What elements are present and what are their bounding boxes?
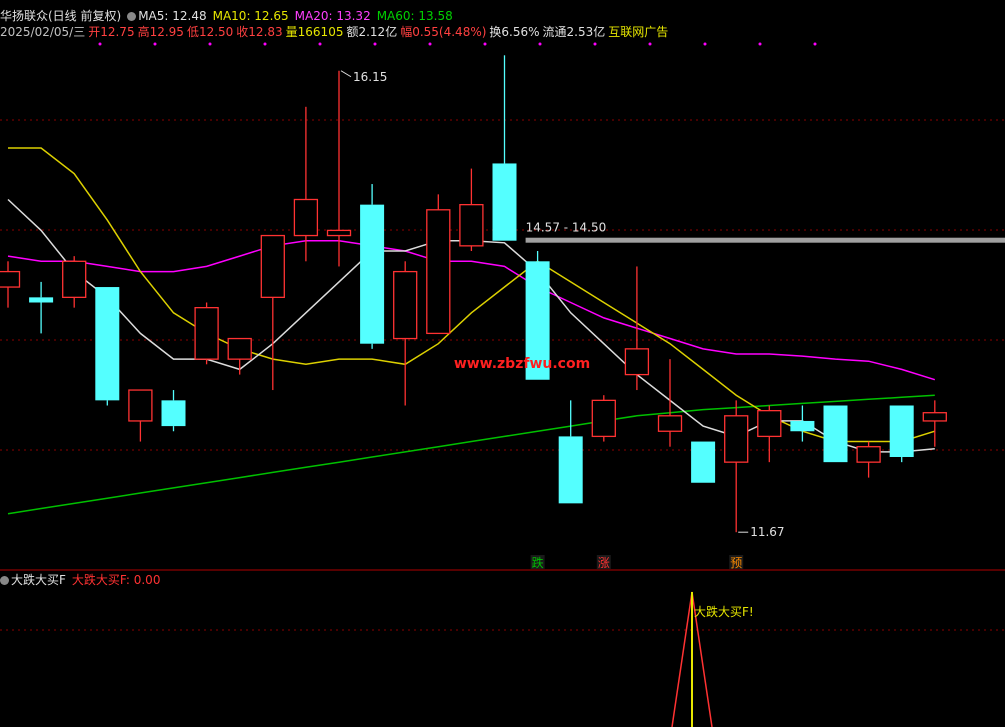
candle (293, 106, 319, 262)
candle (558, 400, 583, 504)
signal-text: 大跌大买F! (694, 604, 754, 619)
marker-dot (318, 42, 322, 46)
marker-dot (648, 42, 652, 46)
candle (0, 261, 21, 308)
marker-dot (703, 42, 707, 46)
annotation-label: 11.67 (750, 525, 784, 539)
candle-body-down (558, 436, 583, 504)
candle (161, 390, 186, 432)
candle-body-down (360, 204, 385, 344)
candle (856, 441, 881, 478)
marker-dot (813, 42, 817, 46)
candle (757, 405, 782, 463)
candle-body-up (227, 337, 252, 360)
candle (591, 395, 616, 442)
candle-body-up (326, 229, 352, 237)
candle (128, 389, 153, 442)
signal-label: 跌 (532, 555, 544, 570)
marker-dot (208, 42, 212, 46)
kline-chart[interactable]: 14.57 - 14.50 16.15 11.67 跌 涨 预 www.zbzfwu.com… (0, 0, 1005, 727)
candle-body-up (0, 270, 21, 288)
watermark-text: www.zbzfwu.com (454, 356, 590, 372)
candle-body-down (161, 400, 186, 427)
candle (260, 234, 285, 391)
candle (691, 441, 716, 483)
candle (62, 256, 87, 308)
marker-dot (428, 42, 432, 46)
candle-body-up (260, 234, 285, 299)
candle (790, 405, 815, 442)
candle-body-up (62, 260, 87, 298)
candle-body-up (922, 412, 947, 422)
candle-body-down (889, 405, 914, 457)
candle-body-up (194, 306, 219, 360)
candle-body-up (293, 198, 319, 237)
annotation-label: 16.15 (353, 70, 387, 84)
marker-dot (758, 42, 762, 46)
candle (823, 405, 848, 463)
marker-dot (538, 42, 542, 46)
signal-label: 涨 (598, 555, 610, 570)
marker-dot (483, 42, 487, 46)
candle (889, 405, 914, 463)
candle-body-up (426, 209, 451, 335)
candle-body-down (492, 163, 517, 241)
resistance-band (525, 237, 1005, 243)
candle (360, 184, 385, 349)
candle-body-down (95, 287, 120, 401)
candle-body-down (29, 297, 54, 303)
candle (922, 400, 947, 447)
marker-dot (593, 42, 597, 46)
candle (95, 287, 120, 406)
marker-dot (373, 42, 377, 46)
candle (426, 194, 451, 335)
candle (194, 302, 219, 365)
marker-dot (98, 42, 102, 46)
candle-body-down (790, 420, 815, 432)
candle (459, 168, 484, 251)
candle-body-up (128, 389, 153, 422)
candle-body-up (657, 415, 683, 432)
candle-body-up (459, 203, 484, 247)
candle (657, 359, 683, 447)
candle-body-down (823, 405, 848, 463)
marker-dot (263, 42, 267, 46)
candle (724, 400, 749, 533)
candle (326, 70, 352, 267)
candle-body-up (624, 348, 650, 376)
candle-body-up (591, 399, 616, 438)
candle (227, 337, 252, 375)
candle-body-up (757, 409, 782, 438)
candle (393, 261, 418, 406)
candle (492, 55, 517, 241)
candle (29, 281, 54, 334)
candle-body-up (856, 446, 881, 463)
marker-dot (153, 42, 157, 46)
candle-body-up (724, 415, 749, 463)
candle-body-up (393, 270, 418, 340)
resistance-label: 14.57 - 14.50 (526, 221, 607, 235)
candle-body-down (691, 441, 716, 483)
annotation-arrow (340, 70, 352, 78)
signal-label: 预 (730, 556, 742, 570)
